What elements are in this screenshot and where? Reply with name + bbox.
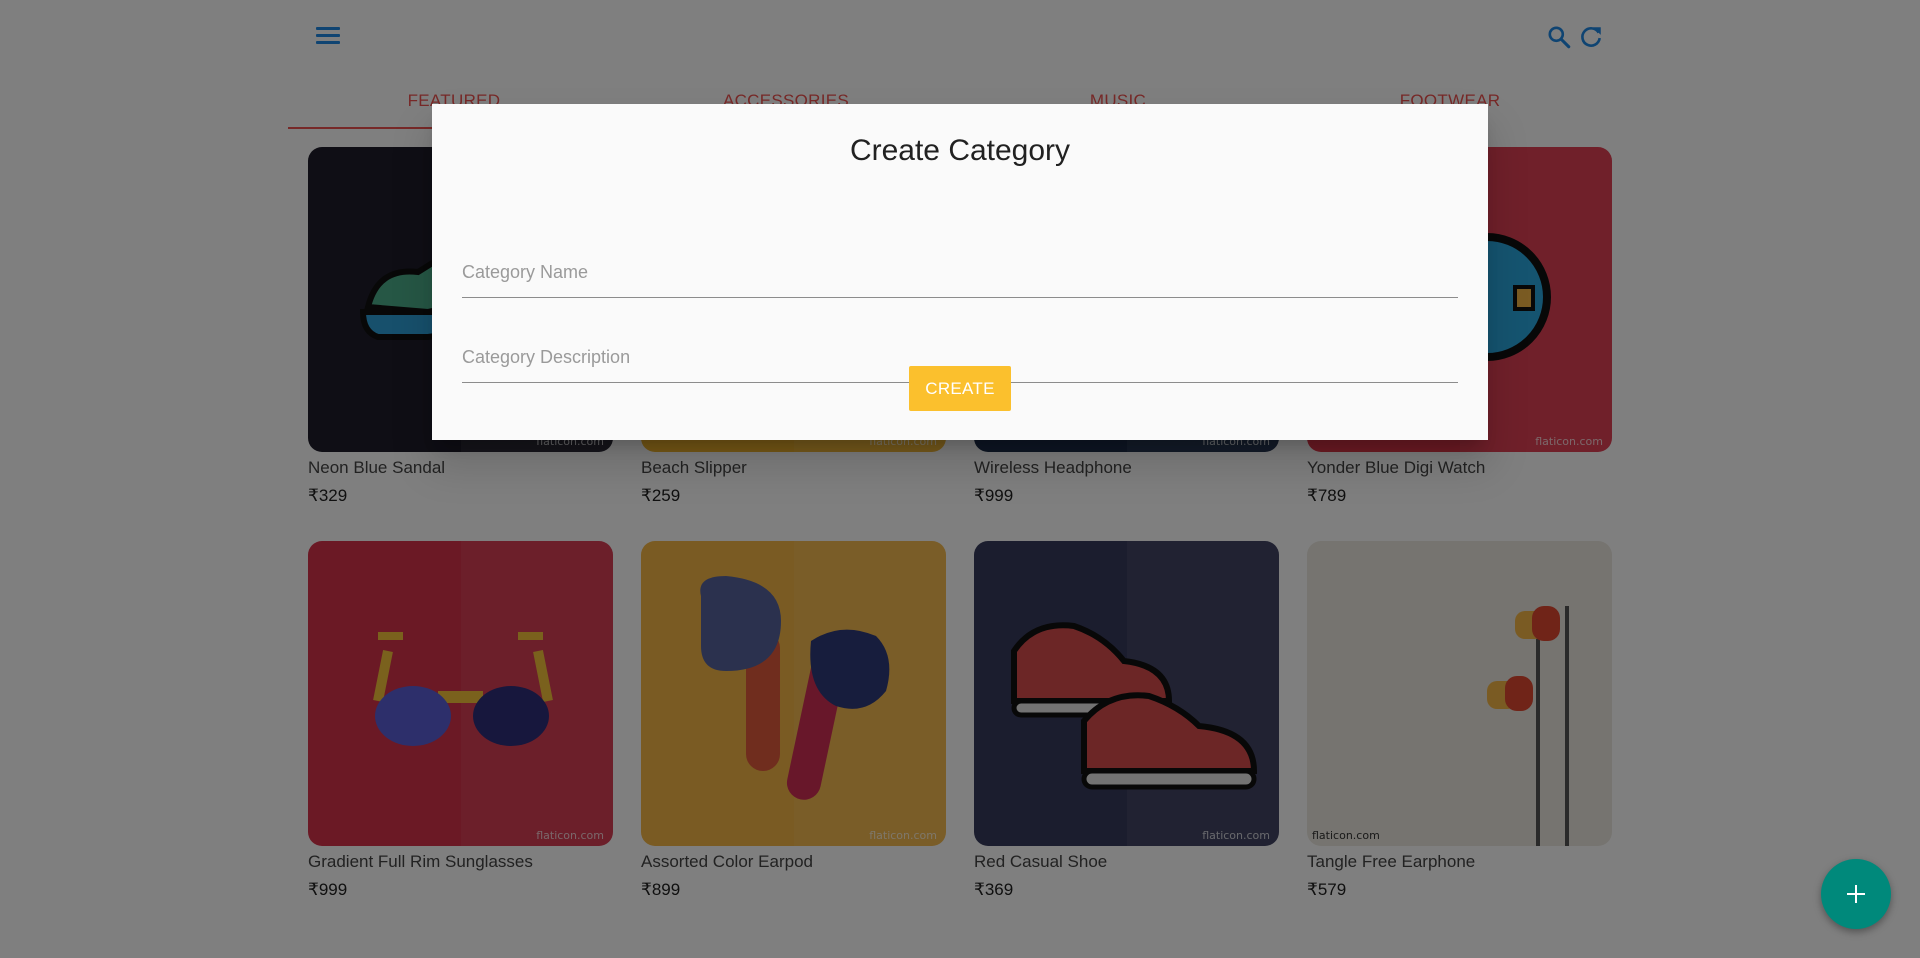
category-name-input[interactable]: [462, 248, 1458, 283]
category-name-field: [462, 248, 1458, 298]
add-fab-button[interactable]: [1821, 859, 1891, 929]
category-description-input[interactable]: [462, 333, 1458, 368]
app-page: FEATURED ACCESSORIES MUSIC FOOTWEAR flat…: [0, 0, 1920, 958]
create-category-dialog: Create Category CREATE: [432, 104, 1488, 440]
create-button[interactable]: CREATE: [909, 366, 1011, 411]
dialog-title: Create Category: [849, 134, 1071, 167]
